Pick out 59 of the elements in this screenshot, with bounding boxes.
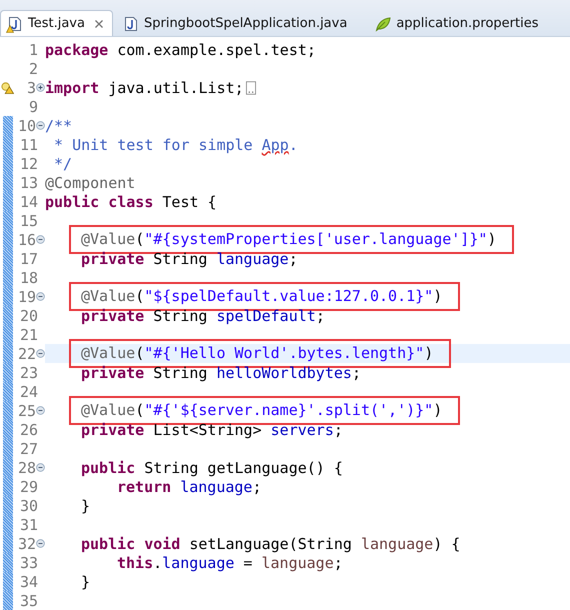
editor-tab[interactable]: application.properties [369,11,546,36]
line-number: 2 [28,60,38,78]
leaf-icon [375,16,392,32]
collapse-icon[interactable] [36,292,45,301]
collapse-icon[interactable] [36,235,45,244]
code-line: * Unit test for simple App. [53,136,298,154]
collapse-icon[interactable] [36,539,45,548]
code-line: /** [45,116,72,134]
line-number: 31 [18,516,38,534]
java-file-icon [7,16,23,32]
line-number: 33 [18,554,38,572]
line-number: 22 [16,344,36,362]
code-line: public void setLanguage(String language) { [81,534,460,552]
code-line: this.language = language; [117,554,343,572]
line-number: 10 [16,116,36,134]
line-number: 30 [18,496,38,514]
close-icon[interactable] [94,18,104,28]
code-line: @Component [45,174,136,192]
expand-icon[interactable] [36,83,45,92]
line-number: 12 [18,154,38,172]
line-number: 27 [18,440,38,458]
line-number: 17 [18,250,38,268]
line-number: 1 [28,40,38,58]
line-number: 16 [16,230,36,248]
code-line: */ [53,154,72,172]
collapse-icon[interactable] [36,463,45,472]
line-number: 13 [18,174,38,192]
code-line: public String getLanguage() { [81,458,343,476]
line-number: 24 [18,382,38,400]
line-number: 28 [16,458,36,476]
collapse-icon[interactable] [36,406,45,415]
code-line: return language; [117,478,262,496]
folded-code-icon[interactable] [246,80,256,94]
collapse-icon[interactable] [36,121,45,130]
line-number: 11 [18,136,38,154]
line-number: 18 [18,268,38,286]
line-number: 25 [16,402,36,420]
code-line: } [81,496,90,514]
line-number: 35 [18,592,38,610]
line-number: 34 [18,572,38,590]
code-line: package com.example.spel.test; [45,40,316,58]
java-file-icon [122,16,139,32]
line-number: 32 [16,534,36,552]
line-number: 21 [18,326,38,344]
line-number: 15 [18,212,38,230]
line-number: 3 [26,78,36,96]
collapse-icon[interactable] [36,349,45,358]
editor-tab[interactable]: Test.java [0,10,113,36]
code-line: public class Test { [45,192,217,210]
line-number: 20 [18,306,38,324]
code-line: } [81,572,90,590]
line-number: 14 [18,192,38,210]
line-number: 9 [28,98,38,116]
line-number: 23 [18,364,38,382]
editor-tab[interactable]: SpringbootSpelApplication.java [116,11,356,36]
line-number: 19 [16,288,36,306]
line-number: 29 [18,478,38,496]
line-number: 26 [18,420,38,438]
code-line: import java.util.List; [45,78,244,96]
